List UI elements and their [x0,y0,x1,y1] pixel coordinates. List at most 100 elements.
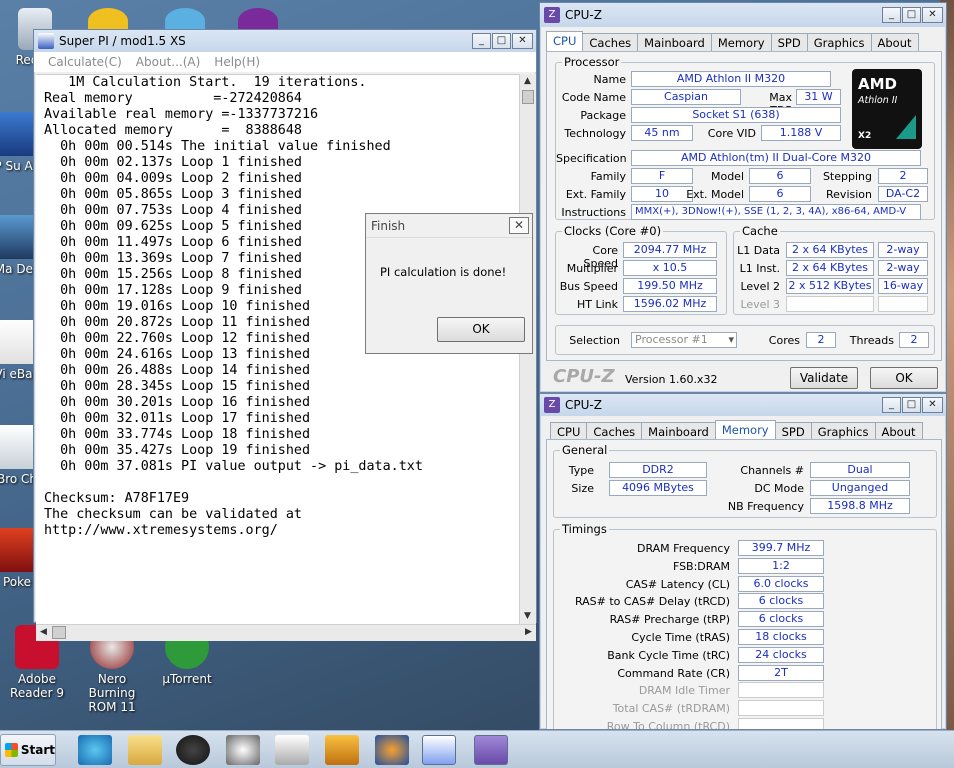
validate-button[interactable]: Validate [790,367,858,389]
channels-label: Channels # [740,464,804,477]
tab-cpu[interactable]: CPU [546,31,584,53]
scroll-right-arrow-icon[interactable]: ▶ [521,625,536,640]
minimize-button[interactable]: _ [882,397,901,413]
menu-help[interactable]: Help(H) [214,55,260,69]
processor-select[interactable]: Processor #1 ▾ [631,332,737,348]
selection-group: Selection Processor #1 ▾ Cores 2 Threads … [555,325,935,355]
desktop-icon-label: Poke [2,575,32,589]
package-value: Socket S1 (638) [631,107,841,123]
cpuz-cpu-window: Z CPU-Z _ □ ✕ CPU Caches Mainboard Memory … [539,2,947,393]
dcmode-value: Unganged [810,480,910,496]
scroll-left-arrow-icon[interactable]: ◀ [36,625,51,640]
logo-line: Athlon II [858,95,898,106]
dialog-title: Finish [371,218,406,233]
logo-brand: AMD [858,75,897,93]
type-value: DDR2 [609,462,707,478]
maximize-button[interactable]: □ [902,7,921,23]
timing-label: CAS# Latency (CL) [625,577,730,591]
close-button[interactable]: ✕ [512,33,533,49]
type-label: Type [568,464,594,477]
output-line: Available real memory =-1337737216 [44,107,319,122]
superpi-app-icon [38,33,54,49]
cores-label: Cores [768,334,800,347]
hscroll-thumb[interactable] [52,626,66,639]
menu-about[interactable]: About...(A) [136,55,201,69]
explorer-icon[interactable] [128,735,162,765]
firefox-icon[interactable] [375,735,409,765]
window-title: CPU-Z [565,8,602,22]
output-line: 0h 00m 04.009s Loop 2 finished [44,171,302,186]
ie-icon[interactable] [78,735,112,765]
timing-value [738,682,824,699]
instructions-label: Instructions [561,206,626,219]
nbfreq-value: 1598.8 MHz [810,498,910,514]
start-button[interactable]: Start [0,734,56,766]
output-line: The checksum can be validated at [44,507,302,522]
name-value: AMD Athlon II M320 [631,71,831,87]
close-button[interactable]: ✕ [922,397,943,413]
horizontal-scrollbar[interactable]: ◀ ▶ [36,624,536,641]
superpi-icon[interactable] [422,735,456,765]
output-line: 0h 00m 02.137s Loop 1 finished [44,155,302,170]
menu-calculate[interactable]: Calculate(C) [48,55,122,69]
codename-label: Code Name [561,91,626,104]
minimize-button[interactable]: _ [472,33,491,49]
superpi-titlebar[interactable]: Super PI / mod1.5 XS _ □ ✕ [34,30,536,52]
scroll-down-arrow-icon[interactable]: ▼ [520,609,535,624]
amd-athlon-logo: AMD Athlon II X2 [852,69,922,149]
maximize-button[interactable]: □ [902,397,921,413]
solitaire-icon[interactable] [275,735,309,765]
media-player-icon[interactable] [325,735,359,765]
close-icon[interactable]: ✕ [509,217,529,234]
ok-button[interactable]: OK [437,317,525,342]
clocks-group: Clocks (Core #0) Core Speed 2094.77 MHz … [555,224,727,315]
family-value: F [631,168,693,184]
codename-value: Caspian [631,89,741,105]
timing-value: 18 clocks [738,629,824,645]
l1inst-label: L1 Inst. [739,262,780,275]
threads-label: Threads [849,334,894,347]
timing-value: 24 clocks [738,646,824,663]
cpuz-icon[interactable] [474,735,508,765]
finish-dialog: Finish ✕ PI calculation is done! OK [365,213,533,354]
dialog-titlebar[interactable]: Finish ✕ [366,214,532,238]
l1data-value: 2 x 64 KBytes [786,242,874,258]
cpuz-version: Version 1.60.x32 [625,373,718,386]
scroll-up-arrow-icon[interactable]: ▲ [520,74,535,89]
windows-logo-icon [5,743,18,757]
revision-label: Revision [826,188,872,201]
cores-value: 2 [806,332,836,348]
revision-value: DA-C2 [878,186,928,202]
corevid-label: Core VID [707,127,756,140]
dcmode-label: DC Mode [754,482,804,495]
cpuz-titlebar[interactable]: Z CPU-Z _ □ ✕ [540,394,946,416]
desktop-icon-label: Nero Burning ROM 11 [88,672,136,714]
level3-ways [878,296,928,312]
close-button[interactable]: ✕ [922,7,943,23]
output-line: 0h 00m 05.865s Loop 3 finished [44,187,302,202]
l1data-label: L1 Data [737,244,780,257]
spider-solitaire-icon[interactable] [226,735,260,765]
hp-icon[interactable] [176,735,210,765]
htlink-label: HT Link [576,298,618,311]
spec-label: Specification [556,152,627,165]
cpuz-brand: CPU-Z [553,366,615,387]
model-label: Model [710,170,744,183]
cpuz-titlebar[interactable]: Z CPU-Z _ □ ✕ [540,3,946,27]
minimize-button[interactable]: _ [882,7,901,23]
size-label: Size [571,482,594,495]
group-title: Clocks (Core #0) [562,224,664,238]
scroll-thumb[interactable] [522,90,534,104]
l1inst-ways: 2-way [878,260,928,276]
timing-value [738,718,824,729]
package-label: Package [580,109,626,122]
timing-value: 6 clocks [738,611,824,628]
family-label: Family [590,170,626,183]
extmodel-label: Ext. Model [686,188,744,201]
maximize-button[interactable]: □ [492,33,511,49]
timing-value: 399.7 MHz [738,540,824,556]
size-value: 4096 MBytes [609,480,707,496]
dialog-message: PI calculation is done! [380,265,507,279]
ok-button[interactable]: OK [870,367,938,389]
start-label: Start [20,743,55,757]
